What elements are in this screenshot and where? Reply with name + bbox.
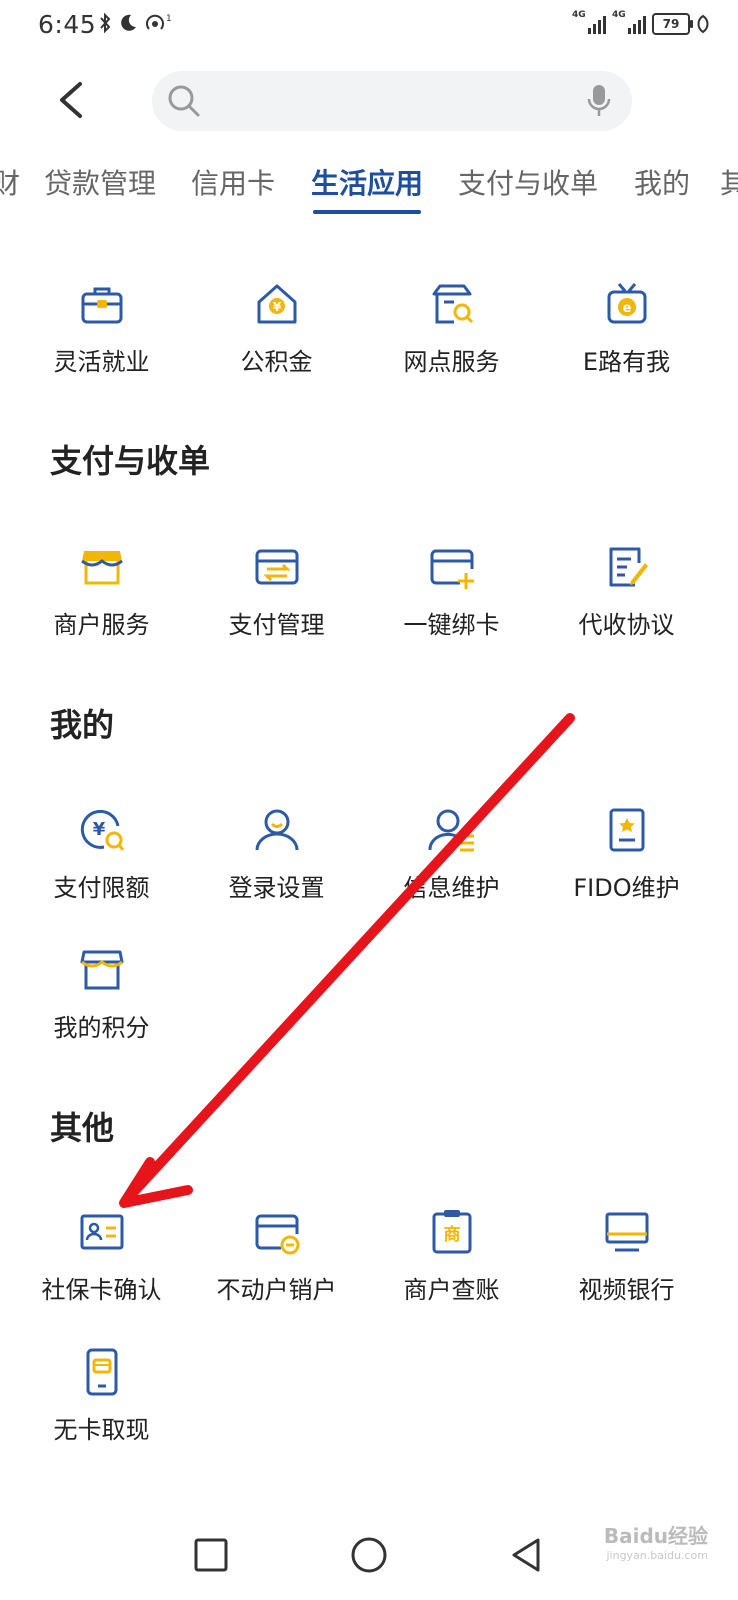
- status-time: 6:45: [38, 10, 97, 39]
- section-title-other: 其他: [50, 1109, 115, 1147]
- category-tabs: 财 贷款管理 信用卡 生活应用 支付与收单 我的 其: [0, 160, 738, 220]
- tab-loan-management[interactable]: 贷款管理: [44, 162, 156, 202]
- item-social-security-card[interactable]: 社保卡确认: [14, 1208, 189, 1328]
- item-branch-service[interactable]: 网点服务: [364, 280, 539, 400]
- item-payment-management[interactable]: 支付管理: [189, 543, 364, 663]
- status-icons-right: 4G 4G 79: [572, 10, 710, 36]
- tab-credit-card[interactable]: 信用卡: [191, 162, 275, 202]
- item-merchant-service[interactable]: 商户服务: [14, 543, 189, 663]
- card-transfer-icon: [255, 549, 299, 585]
- item-merchant-reconciliation[interactable]: 商 商户查账: [364, 1208, 539, 1328]
- signal-icon: 4G: [612, 10, 646, 36]
- user-icon: [255, 809, 299, 851]
- svg-text:e: e: [623, 301, 632, 316]
- search-icon: [168, 85, 200, 117]
- section-title-payment: 支付与收单: [50, 442, 211, 480]
- item-bind-card[interactable]: 一键绑卡: [364, 543, 539, 663]
- tab-life-apps[interactable]: 生活应用: [311, 162, 423, 202]
- item-flexible-employment[interactable]: 灵活就业: [14, 280, 189, 400]
- nav-back-button[interactable]: [502, 1530, 552, 1580]
- section-title-mine: 我的: [50, 706, 115, 744]
- svg-text:¥: ¥: [93, 819, 106, 840]
- tab-wealth[interactable]: 财: [0, 162, 20, 202]
- briefcase-icon: [81, 287, 123, 324]
- card-minus-icon: [255, 1214, 300, 1255]
- recent-apps-button[interactable]: [186, 1530, 236, 1580]
- phone-card-icon: [86, 1348, 118, 1396]
- status-bar: 6:45 1 4G 4G 79: [0, 0, 738, 52]
- item-e-road[interactable]: e E路有我: [539, 280, 714, 400]
- fido-badge-icon: [609, 808, 645, 852]
- id-card-icon: [80, 1214, 124, 1250]
- item-housing-fund[interactable]: ¥ 公积金: [189, 280, 364, 400]
- active-tab-indicator: [313, 210, 421, 214]
- status-icons-left: 1: [98, 12, 174, 34]
- home-button[interactable]: [344, 1530, 394, 1580]
- back-button[interactable]: [52, 78, 88, 122]
- svg-text:¥: ¥: [273, 300, 282, 314]
- item-payment-limit[interactable]: ¥ 支付限额: [14, 806, 189, 926]
- item-dormant-account-close[interactable]: 不动户销户: [189, 1208, 364, 1328]
- item-my-points[interactable]: 我的积分: [14, 946, 189, 1066]
- item-video-bank[interactable]: 视频银行: [539, 1208, 714, 1328]
- item-cardless-withdrawal[interactable]: 无卡取现: [14, 1348, 189, 1468]
- search-bar[interactable]: [152, 71, 632, 131]
- card-add-icon: [430, 549, 474, 589]
- svg-text:1: 1: [166, 14, 172, 24]
- item-login-settings[interactable]: 登录设置: [189, 806, 364, 926]
- leaf-icon: [697, 14, 709, 34]
- storefront-icon: [81, 551, 123, 585]
- item-info-maintenance[interactable]: 信息维护: [364, 806, 539, 926]
- branch-search-icon: [432, 284, 474, 324]
- tab-mine[interactable]: 我的: [634, 162, 690, 202]
- tab-payment[interactable]: 支付与收单: [458, 162, 598, 202]
- house-yuan-icon: ¥: [257, 284, 297, 324]
- item-collection-agreement[interactable]: 代收协议: [539, 543, 714, 663]
- merchant-clipboard-icon: 商: [432, 1210, 472, 1254]
- baidu-watermark: Baidu经验 jingyan.baidu.com: [603, 1524, 708, 1562]
- search-input[interactable]: [212, 81, 556, 123]
- yuan-limit-icon: ¥: [80, 809, 125, 851]
- battery-icon: 79: [652, 13, 693, 35]
- tv-e-icon: e: [607, 283, 647, 324]
- microphone-icon[interactable]: [586, 83, 612, 119]
- signal-icon: 4G: [572, 10, 606, 36]
- monitor-icon: [605, 1212, 649, 1252]
- item-fido-maintenance[interactable]: FIDO维护: [539, 806, 714, 926]
- document-edit-icon: [609, 547, 648, 587]
- tab-other[interactable]: 其: [720, 162, 738, 202]
- moon-icon: [121, 14, 136, 31]
- user-list-icon: [428, 809, 474, 852]
- points-store-icon: [80, 950, 124, 990]
- hotspot-icon: 1: [146, 14, 172, 30]
- svg-text:商: 商: [444, 1224, 461, 1245]
- bluetooth-icon: [100, 12, 111, 34]
